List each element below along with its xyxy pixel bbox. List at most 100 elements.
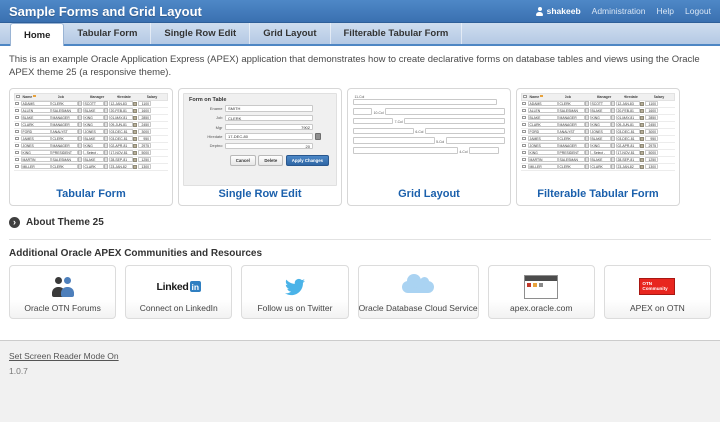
single-row-edit-link[interactable]: Single Row Edit — [183, 186, 337, 205]
mini-hiredate-input: 03-DEC-81 — [109, 129, 133, 134]
mini-salary-input: 950 — [138, 136, 151, 141]
mini-grid-label: 4-Col — [459, 150, 467, 154]
resource-card-connect-on-linkedin[interactable]: LinkedinConnect on LinkedIn — [125, 265, 232, 319]
resource-label: Follow us on Twitter — [257, 303, 332, 313]
mini-table-row: CLARKMANAGERKING09-JUN-812450 — [14, 122, 168, 129]
twitter-bird-icon — [283, 277, 307, 297]
mini-grid-input — [353, 137, 435, 144]
mini-form-panel: Form on Table EnameSMITHJobCLERKMgr7902H… — [183, 93, 337, 186]
mini-button-cancel: Cancel — [230, 155, 256, 166]
user-menu[interactable]: shakeeb — [536, 6, 581, 16]
mini-field-input: 20 — [225, 143, 313, 150]
intro-text: This is an example Oracle Application Ex… — [0, 46, 720, 84]
row-checkbox — [15, 151, 19, 155]
header-link-administration[interactable]: Administration — [592, 6, 646, 16]
mini-name-input: JAMES — [21, 136, 51, 141]
mini-hiredate-input: 01-MAY-81 — [616, 115, 640, 120]
mini-manager-select: JONES — [590, 129, 611, 134]
cloud-icon — [402, 273, 434, 301]
mini-hiredate-input: 20-FEB-81 — [616, 108, 640, 113]
mini-manager-select: KING — [590, 115, 611, 120]
mini-job-select: SALESMAN — [558, 157, 585, 162]
about-theme-expander[interactable]: › About Theme 25 — [0, 206, 720, 237]
about-theme-label: About Theme 25 — [26, 217, 104, 228]
calendar-icon — [133, 165, 137, 169]
mini-manager-select: BLAKE — [590, 136, 611, 141]
tab-grid-layout[interactable]: Grid Layout — [250, 23, 330, 44]
mini-grid-cell: 11-Col — [353, 95, 505, 106]
tab-single-row-edit[interactable]: Single Row Edit — [151, 23, 250, 44]
mini-hiredate-input: 03-DEC-81 — [616, 129, 640, 134]
dropdown-icon — [611, 122, 615, 127]
grid-layout-link[interactable]: Grid Layout — [352, 186, 506, 205]
calendar-icon — [133, 123, 137, 127]
tabular-form-thumbnail[interactable]: NameJobManagerHiredateSalaryADAMSCLERKSC… — [14, 93, 168, 186]
mini-manager-select: BLAKE — [83, 108, 104, 113]
mini-job-select: SALESMAN — [558, 108, 585, 113]
resource-card-apex-on-otn[interactable]: OTNCommunity APEX on OTN — [604, 265, 711, 319]
resource-label: APEX on OTN — [630, 303, 685, 313]
mini-name-input: ALLEN — [528, 108, 558, 113]
page: Sample Forms and Grid Layout shakeeb Adm… — [0, 0, 720, 422]
row-checkbox — [522, 130, 526, 134]
user-name: shakeeb — [547, 6, 581, 16]
tabular-form-link[interactable]: Tabular Form — [14, 186, 168, 205]
mini-column-header: Salary — [654, 95, 668, 99]
mini-job-select: CLERK — [558, 136, 585, 141]
otn-community-badge: OTNCommunity — [639, 278, 675, 295]
mini-name-input: MARTIN — [21, 157, 51, 162]
mini-name-input: MILLER — [528, 164, 558, 169]
mini-hiredate-input: 09-JUN-81 — [109, 122, 133, 127]
grid-layout-thumbnail[interactable]: 11-Col10-Col7-Col6-Col5-Col4-Col — [352, 93, 506, 186]
calendar-icon — [640, 116, 644, 120]
mini-manager-select: KING — [590, 143, 611, 148]
otn-community-badge: OTNCommunity — [639, 273, 675, 301]
preview-card-single-row-edit: Form on Table EnameSMITHJobCLERKMgr7902H… — [178, 88, 342, 206]
calendar-icon — [133, 109, 137, 113]
calendar-icon — [640, 102, 644, 106]
mini-job-select: MANAGER — [558, 143, 585, 148]
header-link-help[interactable]: Help — [657, 6, 674, 16]
calendar-icon — [640, 144, 644, 148]
app-header: Sample Forms and Grid Layout shakeeb Adm… — [0, 0, 720, 23]
mini-grid-row: 4-Col — [353, 147, 505, 154]
tab-tabular-form[interactable]: Tabular Form — [64, 23, 151, 44]
mini-table-row: ADAMSCLERKSCOTT12-JAN-831100 — [14, 101, 168, 108]
mini-field-label: Ename — [189, 106, 225, 111]
resource-card-oracle-otn-forums[interactable]: Oracle OTN Forums — [9, 265, 116, 319]
chevron-right-icon: › — [9, 217, 20, 228]
dropdown-icon — [611, 143, 615, 148]
screen-reader-mode-link[interactable]: Set Screen Reader Mode On — [9, 351, 119, 361]
mini-job-select: MANAGER — [558, 122, 585, 127]
mini-salary-input: 3000 — [138, 129, 151, 134]
dropdown-icon — [585, 136, 589, 141]
tab-home[interactable]: Home — [10, 23, 64, 46]
mini-salary-input: 5000 — [138, 150, 151, 155]
dropdown-icon — [104, 115, 108, 120]
header-link-logout[interactable]: Logout — [685, 6, 711, 16]
calendar-icon — [133, 151, 137, 155]
tab-filterable-tabular-form[interactable]: Filterable Tabular Form — [331, 23, 463, 44]
mini-form-field: JobCLERK — [189, 115, 331, 122]
mini-table-row: BLAKEMANAGERKING01-MAY-812850 — [521, 115, 675, 122]
mini-grid-input — [353, 128, 414, 135]
dropdown-icon — [611, 101, 615, 106]
cloud-icon — [402, 281, 434, 293]
filterable-tabular-form-link[interactable]: Filterable Tabular Form — [521, 186, 675, 205]
mini-grid-row: 7-Col — [353, 118, 505, 125]
resource-card-oracle-database-cloud-service[interactable]: Oracle Database Cloud Service — [358, 265, 479, 319]
resource-card-follow-us-on-twitter[interactable]: Follow us on Twitter — [241, 265, 348, 319]
sort-icon — [540, 95, 543, 98]
mini-manager-select: KING — [590, 122, 611, 127]
mini-salary-input: 1300 — [645, 164, 658, 169]
dropdown-icon — [585, 129, 589, 134]
mini-salary-input: 1250 — [645, 157, 658, 162]
mini-field-label: Mgr — [189, 125, 225, 130]
mini-table-row: MARTINSALESMANBLAKE28-SEP-811250 — [14, 157, 168, 164]
calendar-icon — [315, 133, 322, 140]
mini-job-select: PRESIDENT — [558, 150, 585, 155]
filterable-tabular-form-thumbnail[interactable]: NameJobManagerHiredateSalaryADAMSCLERKSC… — [521, 93, 675, 186]
single-row-edit-thumbnail[interactable]: Form on Table EnameSMITHJobCLERKMgr7902H… — [183, 93, 337, 186]
mini-hiredate-input: 03-DEC-81 — [616, 136, 640, 141]
resource-card-apex-oracle-com[interactable]: apex.oracle.com — [488, 265, 595, 319]
